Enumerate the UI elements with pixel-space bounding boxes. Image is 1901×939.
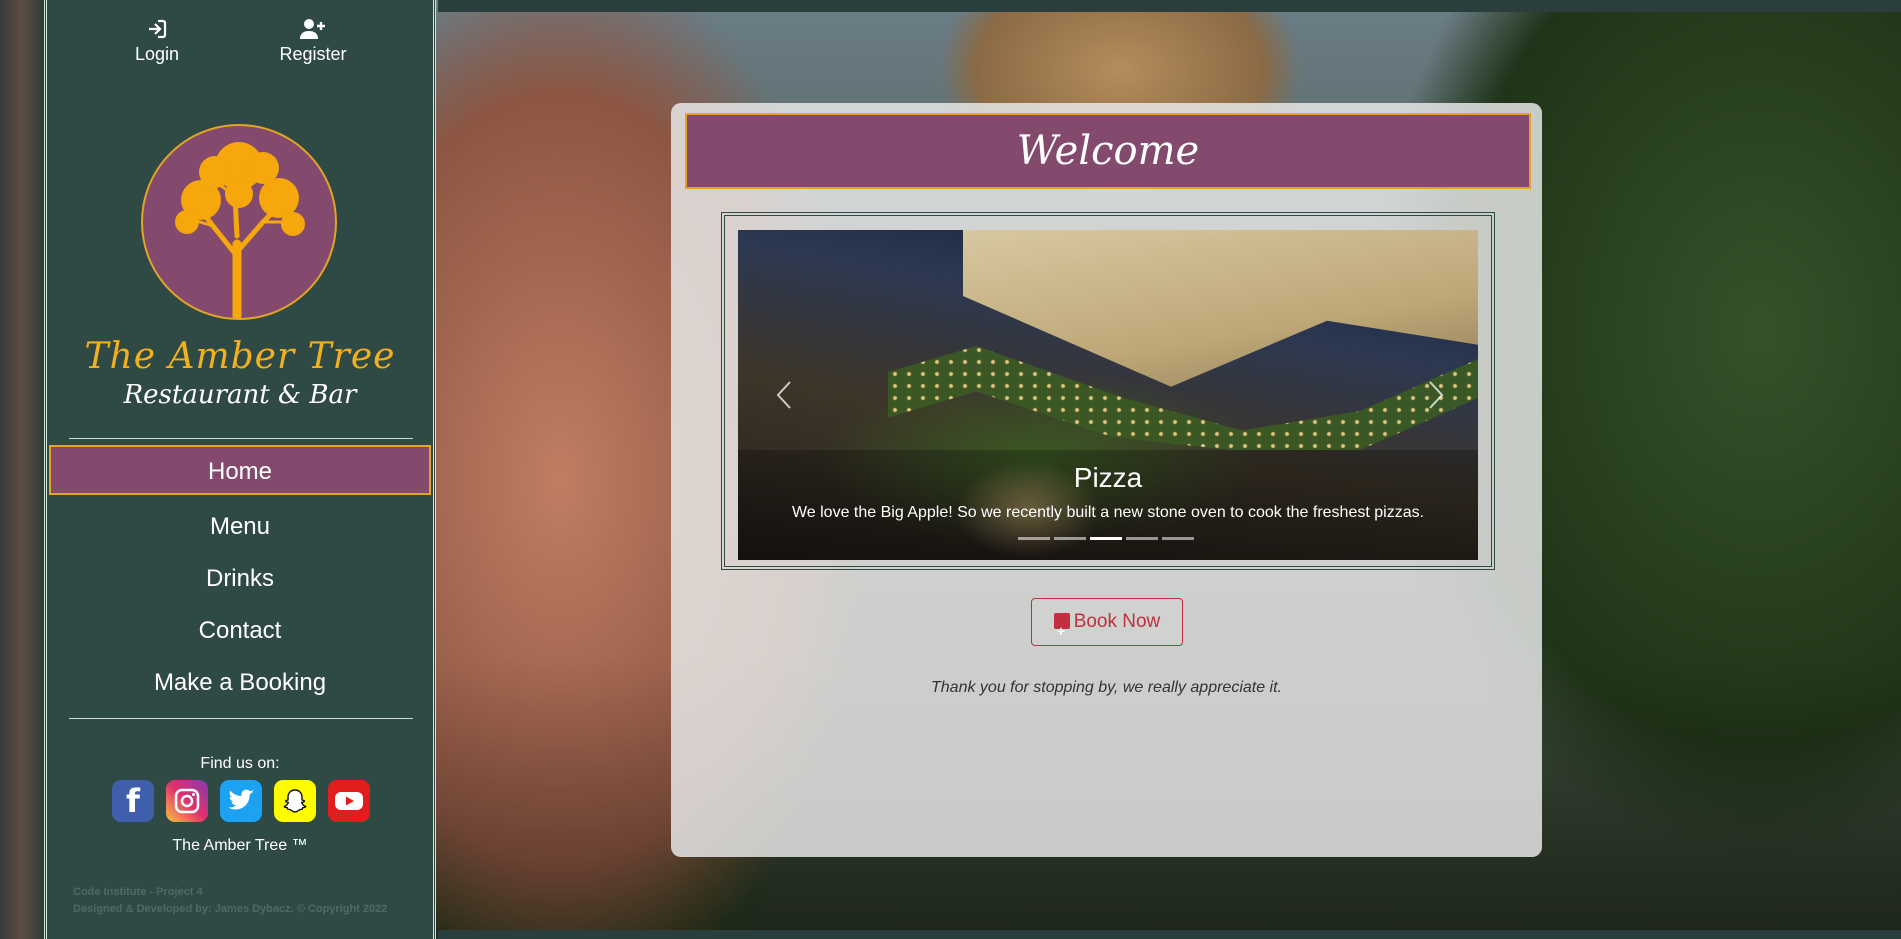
- carousel-indicator[interactable]: [1162, 537, 1194, 540]
- background-edge: [0, 0, 44, 939]
- thanks-text: Thank you for stopping by, we really app…: [931, 679, 1282, 696]
- nav-item-booking[interactable]: Make a Booking: [47, 669, 433, 697]
- slide-caption: We love the Big Apple! So we recently bu…: [791, 504, 1425, 521]
- login-link[interactable]: Login: [102, 18, 212, 65]
- instagram-icon[interactable]: [166, 780, 208, 822]
- social-links: f: [112, 780, 372, 824]
- tree-icon: [175, 142, 305, 321]
- find-us-heading: Find us on:: [200, 755, 280, 772]
- nav-item-menu[interactable]: Menu: [47, 513, 433, 541]
- trademark-text: The Amber Tree ™: [172, 837, 308, 854]
- carousel-indicator[interactable]: [1054, 537, 1086, 540]
- book-now-label: Book Now: [1073, 611, 1161, 632]
- login-label: Login: [134, 44, 180, 64]
- divider-bottom: [69, 718, 413, 719]
- calendar-plus-icon: [1053, 609, 1070, 654]
- carousel-indicator[interactable]: [1126, 537, 1158, 540]
- brand-subtitle: Restaurant & Bar: [123, 380, 357, 410]
- youtube-icon[interactable]: [328, 780, 370, 822]
- user-plus-icon: [258, 18, 368, 40]
- bottom-strip: [438, 930, 1901, 939]
- register-link[interactable]: Register: [258, 18, 368, 65]
- book-now-button[interactable]: Book Now: [1031, 598, 1183, 654]
- nav-item-home[interactable]: Home: [49, 445, 431, 495]
- sidebar: Login Register The Amber Tree Restaurant…: [44, 0, 436, 939]
- welcome-card: Welcome Pizza We love the Big Apple! So …: [671, 103, 1542, 857]
- auth-links: Login Register: [47, 18, 433, 78]
- login-icon: [102, 18, 212, 40]
- credit-line-2: Designed & Developed by: James Dybacz. ©…: [73, 903, 388, 915]
- carousel-prev-icon[interactable]: [776, 380, 792, 418]
- top-strip: [438, 0, 1901, 12]
- twitter-icon[interactable]: [220, 780, 262, 822]
- facebook-icon[interactable]: f: [112, 780, 154, 822]
- tree-logo: [141, 124, 337, 321]
- nav-item-drinks[interactable]: Drinks: [47, 565, 433, 593]
- carousel: Pizza We love the Big Apple! So we recen…: [721, 212, 1495, 570]
- carousel-indicator-active[interactable]: [1090, 537, 1122, 540]
- register-label: Register: [279, 44, 347, 64]
- welcome-title: Welcome: [685, 113, 1531, 189]
- carousel-indicator[interactable]: [1018, 537, 1050, 540]
- carousel-indicators: [1018, 537, 1194, 540]
- divider-top: [69, 438, 413, 439]
- credit-line-1: Code Institute - Project 4: [73, 886, 203, 898]
- slide-title: Pizza: [1073, 462, 1143, 493]
- carousel-next-icon[interactable]: [1428, 380, 1444, 418]
- nav-item-contact[interactable]: Contact: [47, 617, 433, 645]
- snapchat-icon[interactable]: [274, 780, 316, 822]
- carousel-slide: Pizza We love the Big Apple! So we recen…: [738, 230, 1478, 560]
- brand-name: The Amber Tree: [84, 336, 396, 377]
- footer-credits: Code Institute - Project 4 Designed & De…: [73, 884, 387, 918]
